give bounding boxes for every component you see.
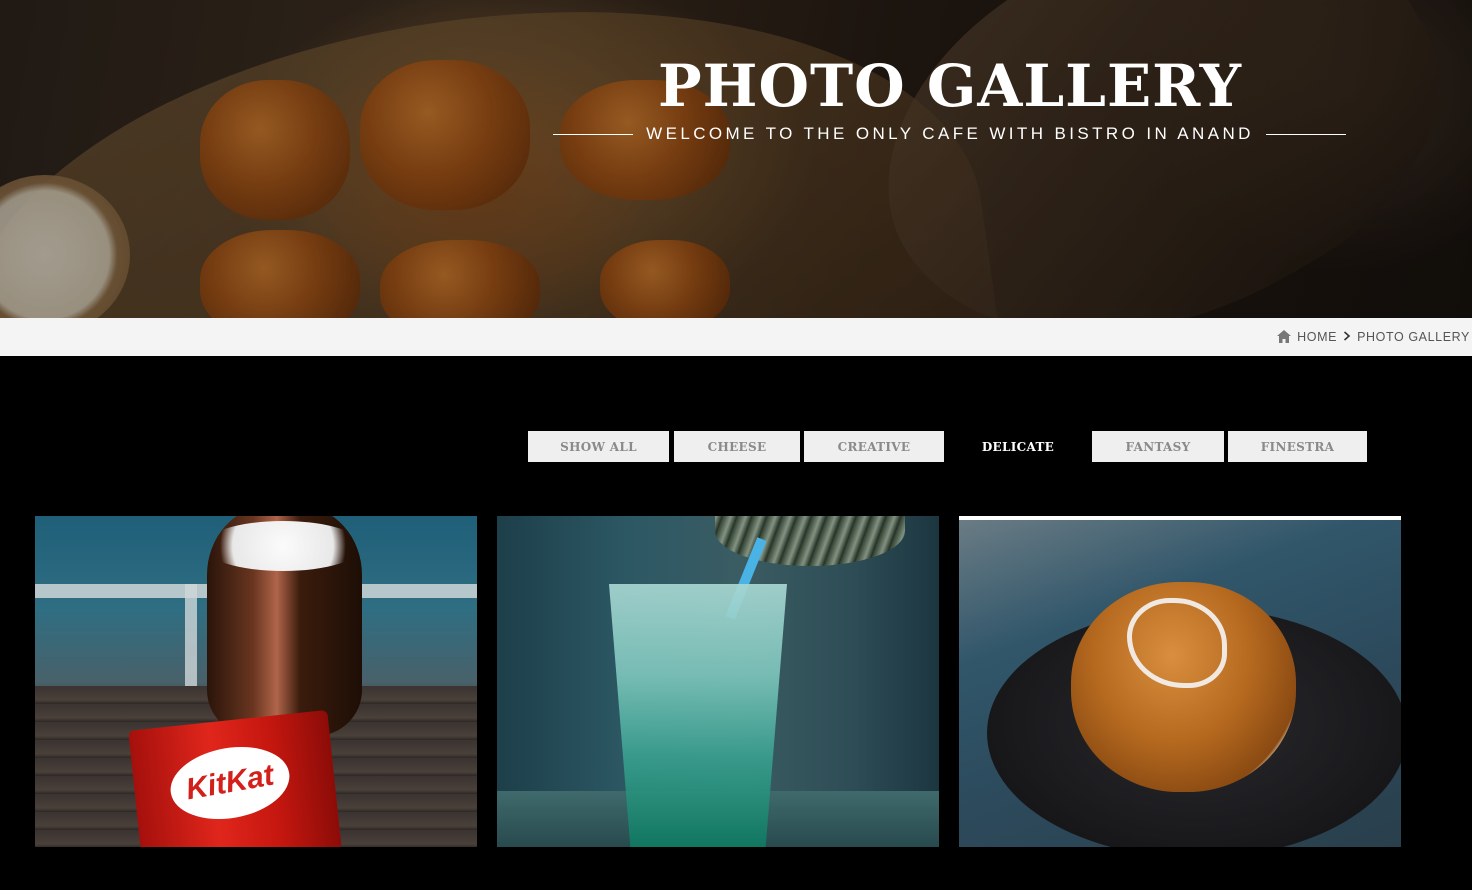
filter-show-all[interactable]: SHOW ALL xyxy=(528,431,669,462)
title-divider-left xyxy=(553,134,633,135)
gallery-item-blue-drink[interactable] xyxy=(497,516,939,847)
filter-delicate[interactable]: DELICATE xyxy=(948,431,1088,462)
chevron-right-icon xyxy=(1343,329,1351,344)
page-subtitle: WELCOME TO THE ONLY CAFE WITH BISTRO IN … xyxy=(646,124,1254,143)
drink-glass xyxy=(609,584,787,847)
whipped-cream xyxy=(203,521,363,571)
cocktail-umbrella xyxy=(715,516,905,566)
breadcrumb-home-link[interactable]: HOME xyxy=(1297,330,1337,344)
filter-fantasy[interactable]: FANTASY xyxy=(1092,431,1224,462)
kitkat-logo-text: KitKat xyxy=(183,758,277,807)
page-title: PHOTO GALLERY xyxy=(658,52,1242,120)
breadcrumb: HOME PHOTO GALLERY xyxy=(1277,329,1470,344)
filter-finestra[interactable]: FINESTRA xyxy=(1228,431,1367,462)
home-icon[interactable] xyxy=(1277,330,1292,343)
title-divider-right xyxy=(1266,134,1346,135)
filter-cheese[interactable]: CHEESE xyxy=(674,431,800,462)
gallery-filter-bar: SHOW ALL CHEESE CREATIVE DELICATE FANTAS… xyxy=(0,431,1472,462)
hero-overlay xyxy=(0,0,1472,318)
gallery-item-kitkat-shake[interactable]: KitKat xyxy=(35,516,477,847)
background-railing xyxy=(185,584,197,694)
breadcrumb-current: PHOTO GALLERY xyxy=(1357,329,1470,344)
gallery-item-grilled-bun[interactable] xyxy=(959,516,1401,847)
filter-creative[interactable]: CREATIVE xyxy=(804,431,944,462)
breadcrumb-bar: HOME PHOTO GALLERY xyxy=(0,318,1472,356)
hero-banner: PHOTO GALLERY WELCOME TO THE ONLY CAFE W… xyxy=(0,0,1472,318)
